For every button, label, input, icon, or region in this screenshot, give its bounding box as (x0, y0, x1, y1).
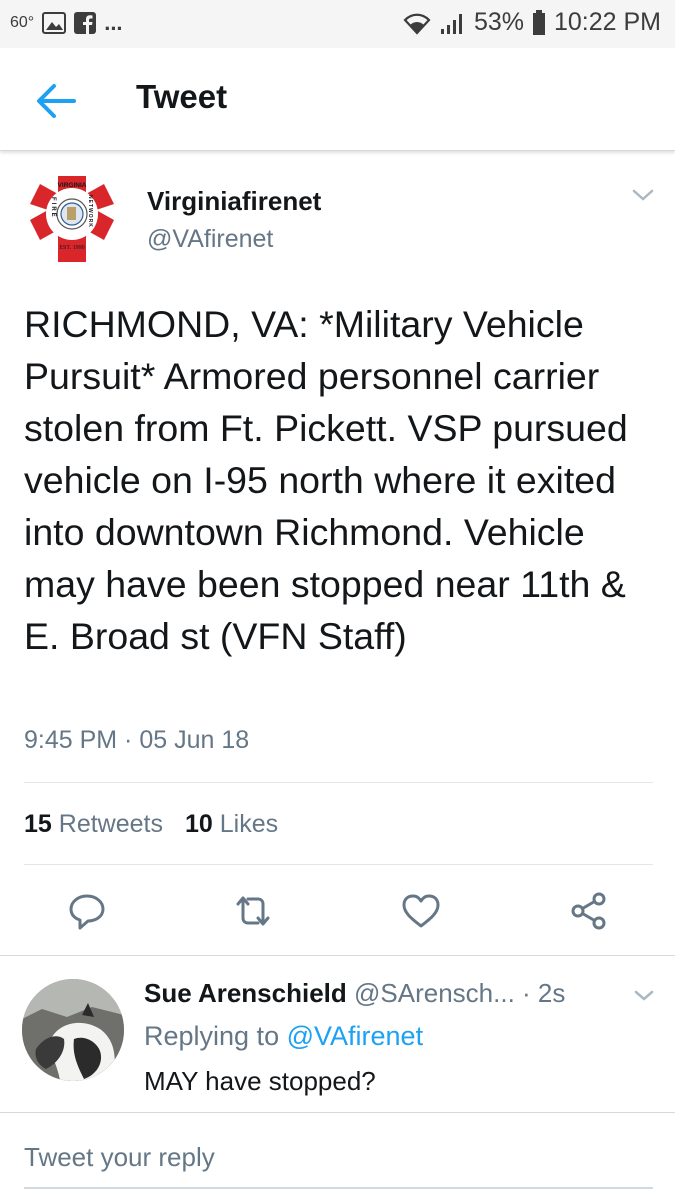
logo-top-text: VIRGINIA (58, 182, 87, 189)
compose-divider (0, 1112, 675, 1113)
likes-count: 10 (184, 810, 213, 838)
signal-icon (440, 13, 462, 34)
tweet-text: RICHMOND, VA: *Military Vehicle Pursuit*… (24, 303, 628, 657)
reply-input-underline (24, 1187, 653, 1189)
clock: 10:22 PM (553, 8, 661, 36)
section-divider (0, 955, 675, 956)
reply-text: MAY have stopped? (144, 1066, 376, 1096)
logo-left-text: FIRE (50, 197, 56, 219)
author-name[interactable]: Virginiafirenet (147, 186, 321, 217)
chevron-down-icon[interactable] (632, 987, 656, 1005)
tweet-timestamp: 9:45 PM · 05 Jun 18 (24, 726, 250, 754)
author-handle[interactable]: @VAfirenet (147, 225, 273, 254)
likes-label: Likes (219, 810, 279, 838)
app-header: Tweet (0, 48, 675, 151)
reply-time: · 2s (522, 978, 566, 1008)
tweet-actions (0, 888, 675, 934)
more-notifications: ... (104, 10, 123, 35)
divider (24, 782, 653, 783)
battery-icon (532, 9, 545, 35)
reply-avatar[interactable] (22, 979, 124, 1081)
arrow-left-icon[interactable] (34, 81, 78, 121)
divider (24, 864, 653, 865)
retweets-count: 15 (24, 810, 52, 838)
status-bar: 60° ... 53% 10:22 PM (0, 0, 675, 48)
author-avatar[interactable]: VIRGINIA EST. 1990 FIRE NETWORK (24, 174, 120, 264)
chevron-down-icon[interactable] (630, 186, 656, 204)
reply-header: Sue Arenschield @SArensch... · 2s (144, 978, 565, 1009)
replying-to-label: Replying to (144, 1021, 280, 1051)
battery-percent: 53% (473, 8, 524, 36)
gallery-icon (42, 12, 67, 34)
page-title: Tweet (136, 78, 228, 115)
replying-to: Replying to @VAfirenet (144, 1021, 423, 1052)
reply-input[interactable]: Tweet your reply (24, 1142, 215, 1173)
share-icon[interactable] (566, 888, 612, 934)
reply-author-handle[interactable]: @SArensch... (354, 978, 515, 1008)
retweet-icon[interactable] (230, 888, 276, 934)
reply-author-name[interactable]: Sue Arenschield (144, 978, 347, 1008)
like-icon[interactable] (398, 888, 444, 934)
likes-stat[interactable]: 10 Likes (185, 810, 278, 839)
retweets-stat[interactable]: 15 Retweets (24, 810, 163, 839)
wifi-icon (403, 13, 431, 35)
logo-right-text: NETWORK (87, 195, 93, 228)
tweet-stats: 15 Retweets 10 Likes (24, 810, 278, 839)
facebook-icon (74, 12, 97, 34)
retweets-label: Retweets (58, 810, 163, 838)
replying-to-link[interactable]: @VAfirenet (287, 1021, 423, 1051)
reply-icon[interactable] (64, 888, 110, 934)
logo-bottom-text: EST. 1990 (59, 245, 84, 251)
temperature: 60° (10, 14, 35, 31)
